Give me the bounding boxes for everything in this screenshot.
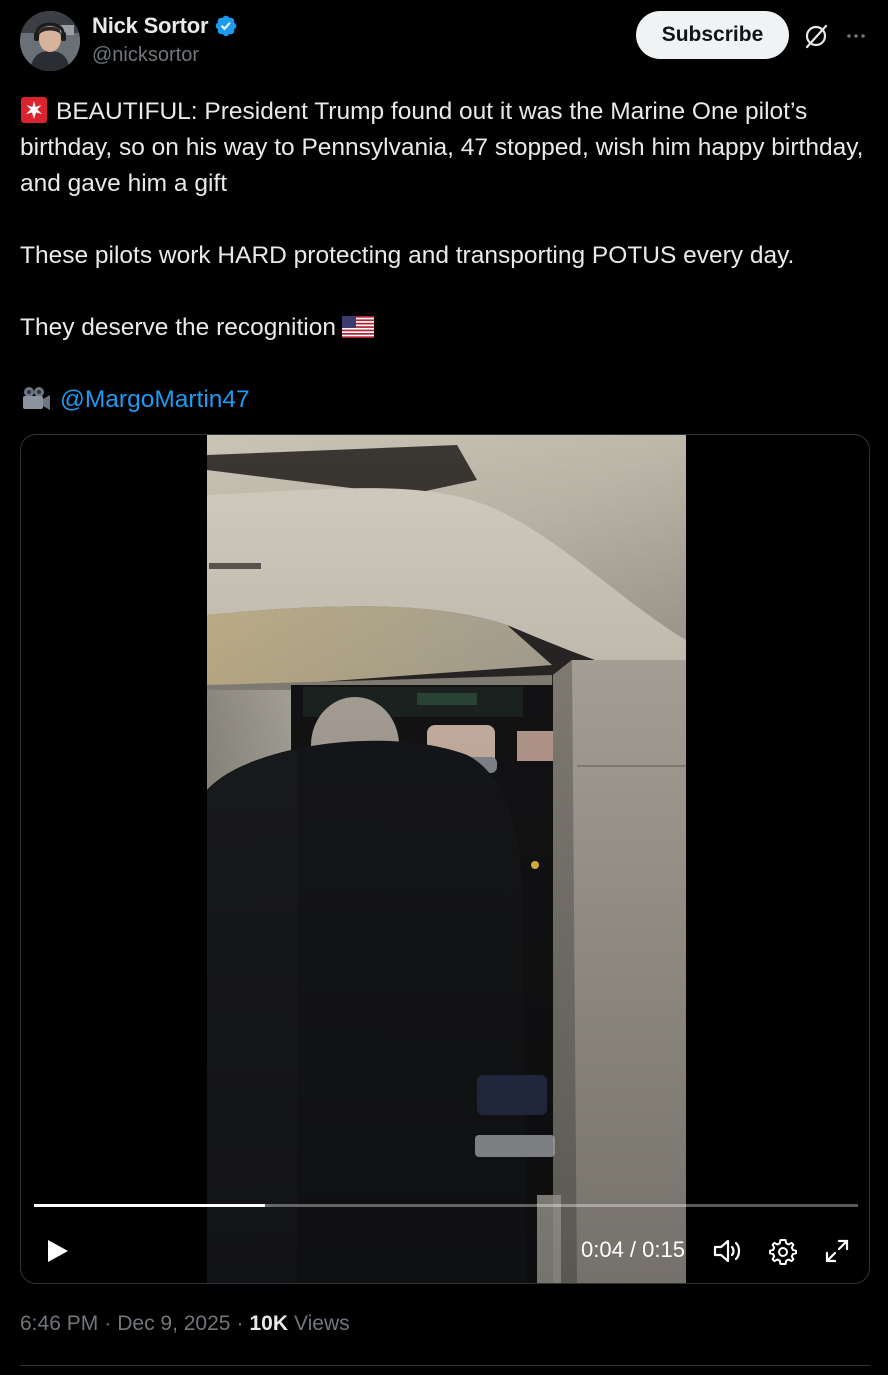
views-label: Views [294, 1312, 350, 1335]
verified-badge-icon[interactable] [214, 14, 238, 38]
post-time[interactable]: 6:46 PM [20, 1312, 98, 1336]
more-options-icon[interactable] [840, 20, 872, 52]
post-paragraph-2: These pilots work HARD protecting and tr… [20, 242, 795, 269]
post-credit: @MargoMartin47 [20, 382, 870, 418]
video-time-display: 0:04 / 0:15 [581, 1237, 685, 1262]
movie-camera-icon [23, 387, 50, 410]
meta-separator: · [104, 1312, 112, 1335]
volume-icon[interactable] [711, 1235, 745, 1267]
video-progress-bar[interactable] [34, 1204, 858, 1207]
author-handle[interactable]: @nicksortor [92, 44, 199, 67]
settings-icon[interactable] [767, 1235, 799, 1267]
post-paragraph-1: BEAUTIFUL: President Trump found out it … [20, 97, 871, 197]
post-text: BEAUTIFUL: President Trump found out it … [20, 94, 870, 418]
divider [20, 1365, 870, 1366]
mention-link[interactable]: @MargoMartin47 [60, 386, 250, 413]
grok-icon[interactable] [800, 20, 832, 52]
avatar-image [20, 11, 80, 71]
meta-separator: · [236, 1312, 244, 1335]
views-count: 10K [249, 1312, 288, 1335]
play-icon[interactable] [41, 1235, 73, 1267]
fullscreen-icon[interactable] [821, 1235, 853, 1267]
video-progress-fill [34, 1204, 265, 1207]
subscribe-button[interactable]: Subscribe [636, 11, 789, 59]
video-player[interactable]: 0:04 / 0:15 [20, 434, 870, 1284]
rotating-light-icon [21, 97, 47, 123]
post-paragraph-3: They deserve the recognition [20, 310, 870, 346]
author-display-name[interactable]: Nick Sortor [92, 13, 209, 39]
video-frame[interactable] [207, 435, 686, 1283]
avatar[interactable] [20, 11, 80, 71]
us-flag-icon [341, 316, 374, 338]
author-name-row[interactable]: Nick Sortor [92, 12, 238, 40]
post-meta: 6:46 PM · Dec 9, 2025 · 10K Views [20, 1312, 350, 1336]
post-date[interactable]: Dec 9, 2025 [117, 1312, 230, 1336]
